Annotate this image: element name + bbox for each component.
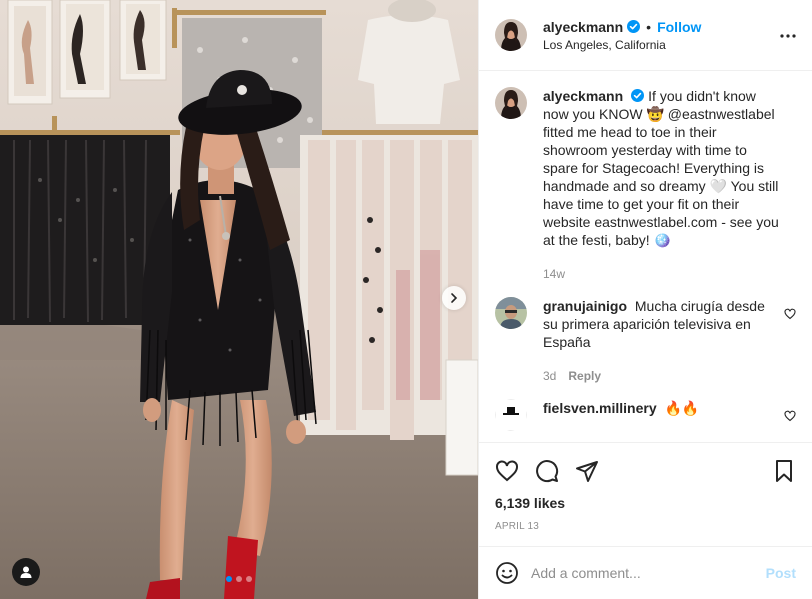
instagram-post: alyeckmann • Follow Los Angeles, Califor…	[0, 0, 812, 599]
post-photo	[0, 0, 478, 599]
caption-body: alyeckmann If you didn't know now you KNO…	[543, 87, 781, 283]
follow-button[interactable]: Follow	[657, 19, 701, 35]
comment-bubble-icon[interactable]	[535, 459, 559, 483]
chevron-right-icon	[451, 293, 458, 303]
share-send-icon[interactable]	[575, 459, 599, 483]
carousel-dot	[226, 576, 232, 582]
carousel-dot	[236, 576, 242, 582]
comment-text: 🔥🔥	[664, 400, 700, 416]
likes-count[interactable]: 6,139 likes	[495, 495, 796, 511]
post-media[interactable]	[0, 0, 478, 599]
caption-username[interactable]: alyeckmann	[543, 88, 623, 104]
post-comment-button[interactable]: Post	[766, 565, 796, 581]
avatar[interactable]	[495, 297, 527, 329]
header-user-line: alyeckmann • Follow	[543, 19, 701, 35]
avatar[interactable]	[495, 399, 527, 431]
header-text: alyeckmann • Follow Los Angeles, Califor…	[543, 19, 701, 52]
like-heart-icon[interactable]	[495, 459, 519, 483]
avatar-image	[495, 19, 527, 51]
comment-body: fielsven.millinery 🔥🔥	[543, 399, 781, 417]
like-comment-heart-icon[interactable]	[784, 409, 796, 425]
caption-meta: 14w	[543, 265, 781, 283]
post-actions: 6,139 likes APRIL 13	[479, 442, 812, 532]
more-options-icon[interactable]	[778, 26, 798, 49]
reply-button[interactable]: Reply	[568, 367, 601, 385]
comments-list[interactable]: alyeckmann If you didn't know now you KNO…	[479, 71, 812, 442]
caption: alyeckmann If you didn't know now you KNO…	[495, 87, 796, 283]
like-comment-heart-icon[interactable]	[784, 307, 796, 323]
comment-username[interactable]: fielsven.millinery	[543, 400, 657, 416]
verified-badge-icon	[631, 89, 645, 102]
verified-badge-icon	[627, 20, 641, 33]
comment-time[interactable]: 3d	[543, 367, 556, 385]
comment-meta: 3d Reply	[543, 367, 781, 385]
emoji-smiley-icon[interactable]	[495, 561, 519, 585]
avatar-image	[495, 297, 527, 329]
next-slide-button[interactable]	[442, 286, 466, 310]
comment: granujainigo Mucha cirugía desde su prim…	[495, 297, 796, 385]
avatar[interactable]	[495, 19, 527, 51]
caption-time[interactable]: 14w	[543, 265, 565, 283]
comment: fielsven.millinery 🔥🔥	[495, 399, 796, 431]
caption-text: If you didn't know now you KNOW 🤠 @eastn…	[543, 88, 779, 248]
carousel-indicator	[0, 576, 478, 582]
comment-body: granujainigo Mucha cirugía desde su prim…	[543, 297, 781, 385]
avatar-image	[495, 399, 527, 431]
avatar[interactable]	[495, 87, 527, 119]
avatar-image	[495, 87, 527, 119]
comment-input[interactable]	[531, 565, 766, 581]
separator-dot: •	[646, 18, 652, 35]
save-bookmark-icon[interactable]	[772, 459, 796, 483]
location-link[interactable]: Los Angeles, California	[543, 38, 701, 52]
post-details-panel: alyeckmann • Follow Los Angeles, Califor…	[478, 0, 812, 599]
comment-username[interactable]: granujainigo	[543, 298, 627, 314]
action-bar	[495, 451, 796, 491]
comment-composer: Post	[479, 546, 812, 599]
post-date[interactable]: APRIL 13	[495, 521, 796, 532]
carousel-dot	[246, 576, 252, 582]
post-header: alyeckmann • Follow Los Angeles, Califor…	[479, 0, 812, 71]
header-username[interactable]: alyeckmann	[543, 19, 623, 35]
